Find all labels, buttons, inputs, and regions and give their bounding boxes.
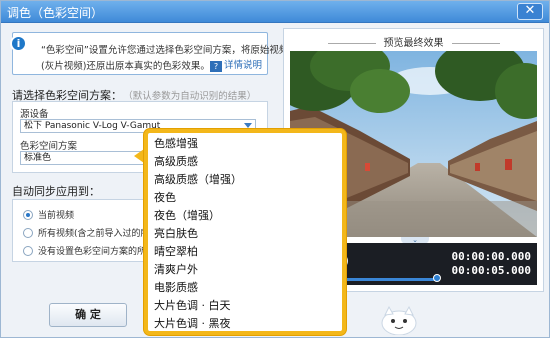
info-icon: i xyxy=(10,35,27,52)
total-time: 00:00:05.000 xyxy=(451,264,531,277)
close-button[interactable]: ✕ xyxy=(517,3,543,20)
sync-option-label: 所有视频(含之前导入过的所有 xyxy=(38,229,159,239)
radio-unselected[interactable] xyxy=(23,246,33,256)
mascot-icon xyxy=(381,305,417,335)
radio-selected[interactable] xyxy=(23,210,33,220)
dropdown-option[interactable]: 电影质感 xyxy=(154,279,198,296)
color-scheme-select[interactable]: 标准色 xyxy=(20,151,145,165)
preview-title: 预览最终效果 xyxy=(284,34,543,49)
source-device-value: 松下 Panasonic V-Log V-Gamut xyxy=(24,121,161,131)
title-bar: 调色（色彩空间） ✕ xyxy=(1,1,549,23)
info-box: i “色彩空间”设置允许您通过选择色彩空间方案，将原始视频 (灰片视频)还原出原… xyxy=(10,32,288,75)
radio-unselected[interactable] xyxy=(23,228,33,238)
dropdown-option[interactable]: 夜色 xyxy=(154,189,176,206)
sync-option-unset[interactable]: 没有设置色彩空间方案的所有 xyxy=(23,244,155,257)
current-time: 00:00:00.000 xyxy=(451,250,531,263)
sync-option-current[interactable]: 当前视频 xyxy=(23,208,74,221)
color-scheme-value: 标准色 xyxy=(24,153,52,163)
info-text-line1: “色彩空间”设置允许您通过选择色彩空间方案，将原始视频 xyxy=(41,45,289,56)
help-link[interactable]: ? 详情说明 xyxy=(209,57,262,72)
ok-button[interactable]: 确 定 xyxy=(49,303,127,327)
dropdown-option[interactable]: 大片色调 · 黑夜 xyxy=(154,315,231,332)
help-icon: ? xyxy=(209,61,222,72)
color-grading-dialog: 调色（色彩空间） ✕ i “色彩空间”设置允许您通过选择色彩空间方案，将原始视频… xyxy=(0,0,550,338)
source-device-label: 源设备 xyxy=(20,109,49,120)
info-text-line2: (灰片视频)还原出原本真实的色彩效果。 xyxy=(41,61,210,72)
color-scheme-dropdown: 色感增强 高级质感 高级质感（增强） 夜色 夜色（增强） 亮白肤色 晴空翠柏 清… xyxy=(144,129,346,335)
dropdown-option[interactable]: 高级质感（增强） xyxy=(154,171,242,188)
progress-knob[interactable] xyxy=(433,274,441,282)
help-link-label: 详情说明 xyxy=(223,60,262,71)
dropdown-option[interactable]: 夜色（增强） xyxy=(154,207,220,224)
sync-option-all[interactable]: 所有视频(含之前导入过的所有 xyxy=(23,226,159,239)
color-scheme-label: 色彩空间方案 xyxy=(20,141,78,152)
chevron-down-icon xyxy=(244,123,252,128)
dropdown-option[interactable]: 晴空翠柏 xyxy=(154,243,198,260)
sync-section-title: 自动同步应用到： xyxy=(12,185,100,198)
window-title: 调色（色彩空间） xyxy=(7,6,104,20)
sync-option-label: 当前视频 xyxy=(38,211,75,221)
sync-option-label: 没有设置色彩空间方案的所有 xyxy=(38,247,156,257)
dropdown-option[interactable]: 高级质感 xyxy=(154,153,198,170)
dropdown-option[interactable]: 亮白肤色 xyxy=(154,225,198,242)
dropdown-option[interactable]: 色感增强 xyxy=(154,135,198,152)
dropdown-pointer xyxy=(134,149,144,163)
dropdown-option[interactable]: 大片色调 · 白天 xyxy=(154,297,231,314)
dropdown-option[interactable]: 清爽户外 xyxy=(154,261,198,278)
